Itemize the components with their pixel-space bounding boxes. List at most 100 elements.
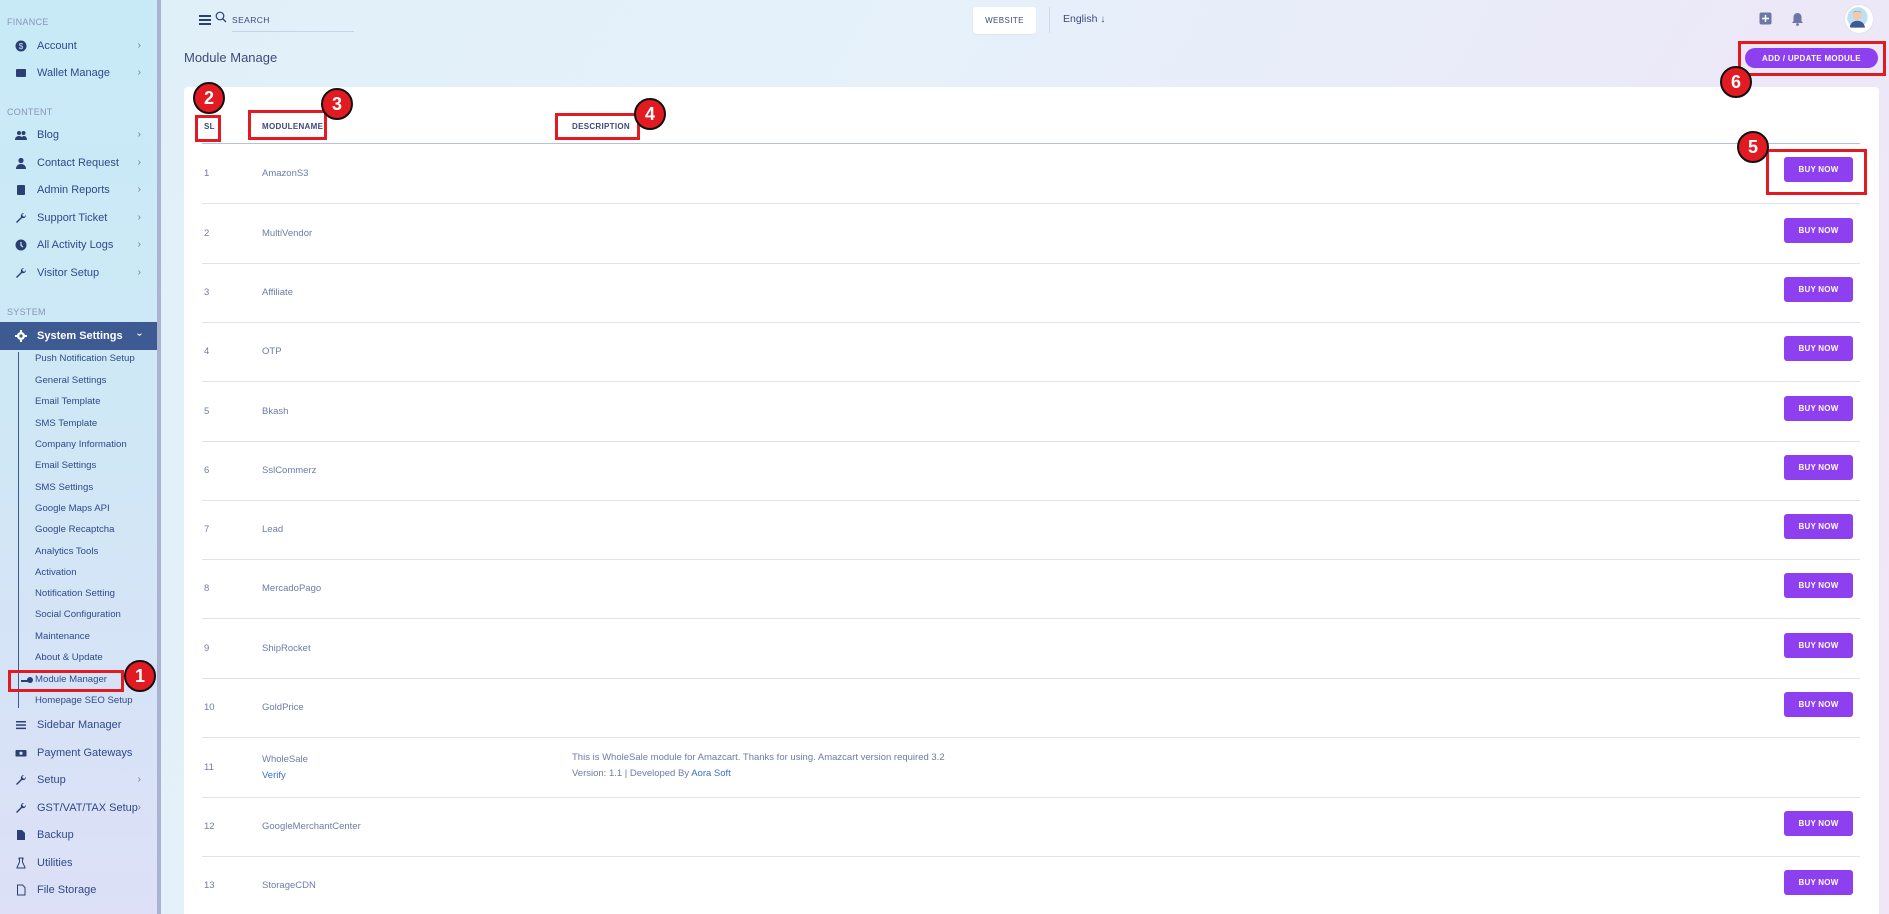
- sidebar-item-label: Utilities: [37, 857, 73, 869]
- submenu-guide-line: [18, 352, 19, 708]
- submenu-item-email-settings[interactable]: Email Settings: [35, 458, 96, 474]
- search-input[interactable]: [232, 8, 354, 32]
- cell-module-name: GoldPrice: [262, 702, 304, 713]
- clock-icon: [14, 239, 27, 252]
- sidebar-item-sidebar-manager[interactable]: Sidebar Manager: [0, 712, 157, 738]
- wrench-icon: [14, 774, 27, 787]
- highlight-box-module-manager: [8, 670, 124, 692]
- sidebar-item-system-settings[interactable]: System Settings ›: [0, 322, 157, 350]
- sidebar-item-label: Admin Reports: [37, 184, 110, 196]
- sidebar-item-gst-vat-tax-setup[interactable]: GST/VAT/TAX Setup ›: [0, 795, 157, 821]
- chevron-right-icon: ›: [137, 212, 141, 223]
- table-row: 9 ShipRocket BUY NOW: [202, 619, 1860, 679]
- submenu-item-activation[interactable]: Activation: [35, 565, 77, 581]
- sidebar-item-visitor-setup[interactable]: Visitor Setup ›: [0, 260, 157, 286]
- wrench-icon: [14, 267, 27, 280]
- submenu-item-sms-template[interactable]: SMS Template: [35, 416, 97, 432]
- user-avatar[interactable]: [1845, 5, 1873, 33]
- buy-now-button[interactable]: BUY NOW: [1784, 811, 1853, 836]
- table-row: 6 SslCommerz BUY NOW: [202, 441, 1860, 501]
- cell-module-name: Bkash: [262, 406, 289, 417]
- chevron-right-icon: ›: [137, 40, 141, 51]
- submenu-item-analytics-tools[interactable]: Analytics Tools: [35, 544, 98, 560]
- submenu-item-google-recaptcha[interactable]: Google Recaptcha: [35, 522, 114, 538]
- sidebar-item-utilities[interactable]: Utilities: [0, 850, 157, 876]
- wallet-icon: [14, 67, 27, 80]
- table-row: 5 Bkash BUY NOW: [202, 382, 1860, 442]
- sidebar-item-label: Backup: [37, 829, 74, 841]
- search-icon: [215, 11, 227, 23]
- submenu-item-google-maps-api[interactable]: Google Maps API: [35, 501, 110, 517]
- cell-sl: 5: [204, 406, 210, 417]
- sidebar-item-backup[interactable]: Backup: [0, 822, 157, 848]
- website-button[interactable]: WEBSITE: [973, 7, 1036, 34]
- verify-link[interactable]: Verify: [262, 770, 286, 781]
- sidebar-item-account[interactable]: $ Account ›: [0, 33, 157, 59]
- sidebar-item-label: File Storage: [37, 884, 97, 896]
- buy-now-button[interactable]: BUY NOW: [1784, 692, 1853, 717]
- sidebar-item-label: System Settings: [37, 330, 123, 342]
- developer-link[interactable]: Aora Soft: [691, 768, 731, 779]
- submenu-item-social-configuration[interactable]: Social Configuration: [35, 607, 121, 623]
- sidebar-item-setup[interactable]: Setup ›: [0, 767, 157, 793]
- submenu-item-general-settings[interactable]: General Settings: [35, 373, 106, 389]
- cell-module-name: AmazonS3: [262, 168, 309, 179]
- sidebar-item-payment-gateways[interactable]: Payment Gateways: [0, 740, 157, 766]
- highlight-box-sl: [195, 115, 221, 142]
- sidebar-item-support-ticket[interactable]: Support Ticket ›: [0, 205, 157, 231]
- sidebar-item-label: Visitor Setup: [37, 267, 100, 279]
- chevron-right-icon: ›: [137, 184, 141, 195]
- table-row: 1 AmazonS3 BUY NOW: [202, 144, 1860, 204]
- language-select[interactable]: English ↓: [1063, 13, 1105, 25]
- sidebar: FINANCE $ Account › Wallet Manage › CONT…: [0, 0, 161, 914]
- annotation-badge-5: 5: [1737, 131, 1769, 163]
- version-line: Version: 1.1 | Developed By Aora Soft: [572, 766, 945, 782]
- buy-now-button[interactable]: BUY NOW: [1784, 455, 1853, 480]
- submenu-item-sms-settings[interactable]: SMS Settings: [35, 480, 93, 496]
- cell-module-name: ShipRocket: [262, 643, 311, 654]
- buy-now-button[interactable]: BUY NOW: [1784, 633, 1853, 658]
- buy-now-button[interactable]: BUY NOW: [1784, 218, 1853, 243]
- submenu-item-email-template[interactable]: Email Template: [35, 394, 100, 410]
- submenu-item-company-information[interactable]: Company Information: [35, 437, 127, 453]
- buy-now-button[interactable]: BUY NOW: [1784, 336, 1853, 361]
- buy-now-button[interactable]: BUY NOW: [1784, 514, 1853, 539]
- highlight-box-modulename: [248, 110, 327, 140]
- sidebar-item-label: Sidebar Manager: [37, 719, 122, 731]
- annotation-badge-1: 1: [124, 660, 156, 692]
- add-square-icon[interactable]: [1759, 12, 1772, 25]
- table-row: 8 MercadoPago BUY NOW: [202, 559, 1860, 619]
- sidebar-item-label: Support Ticket: [37, 212, 108, 224]
- sidebar-item-label: GST/VAT/TAX Setup: [37, 802, 138, 814]
- buy-now-button[interactable]: BUY NOW: [1784, 396, 1853, 421]
- submenu-item-about-update[interactable]: About & Update: [35, 650, 103, 666]
- table-row: 7 Lead BUY NOW: [202, 500, 1860, 560]
- cell-sl: 10: [204, 702, 215, 713]
- submenu-item-notification-setting[interactable]: Notification Setting: [35, 586, 115, 602]
- document-icon: [14, 884, 27, 897]
- cell-module-name: GoogleMerchantCenter: [262, 821, 361, 832]
- bell-icon[interactable]: [1791, 12, 1804, 26]
- submenu-item-homepage-seo-setup[interactable]: Homepage SEO Setup: [35, 693, 133, 709]
- highlight-box-buy-now: [1766, 149, 1867, 195]
- submenu-item-maintenance[interactable]: Maintenance: [35, 629, 90, 645]
- buy-now-button[interactable]: BUY NOW: [1784, 870, 1853, 895]
- sidebar-item-file-storage[interactable]: File Storage: [0, 877, 157, 903]
- cell-module-name: OTP: [262, 346, 282, 357]
- cell-sl: 12: [204, 821, 215, 832]
- chevron-down-icon: ›: [133, 332, 145, 337]
- sidebar-item-all-activity-logs[interactable]: All Activity Logs ›: [0, 232, 157, 258]
- annotation-badge-3: 3: [321, 88, 353, 120]
- sidebar-item-blog[interactable]: Blog ›: [0, 122, 157, 148]
- sidebar-item-admin-reports[interactable]: Admin Reports ›: [0, 177, 157, 203]
- buy-now-button[interactable]: BUY NOW: [1784, 277, 1853, 302]
- cell-module-name: StorageCDN: [262, 880, 316, 891]
- hamburger-menu-icon[interactable]: [199, 15, 211, 25]
- table-row: 12 GoogleMerchantCenter BUY NOW: [202, 797, 1860, 857]
- cell-module-name: MercadoPago: [262, 583, 322, 594]
- sidebar-item-contact-request[interactable]: Contact Request ›: [0, 150, 157, 176]
- buy-now-button[interactable]: BUY NOW: [1784, 573, 1853, 598]
- submenu-item-push-notification-setup[interactable]: Push Notification Setup: [35, 351, 135, 367]
- sidebar-item-wallet-manage[interactable]: Wallet Manage ›: [0, 60, 157, 86]
- table-row: 4 OTP BUY NOW: [202, 322, 1860, 382]
